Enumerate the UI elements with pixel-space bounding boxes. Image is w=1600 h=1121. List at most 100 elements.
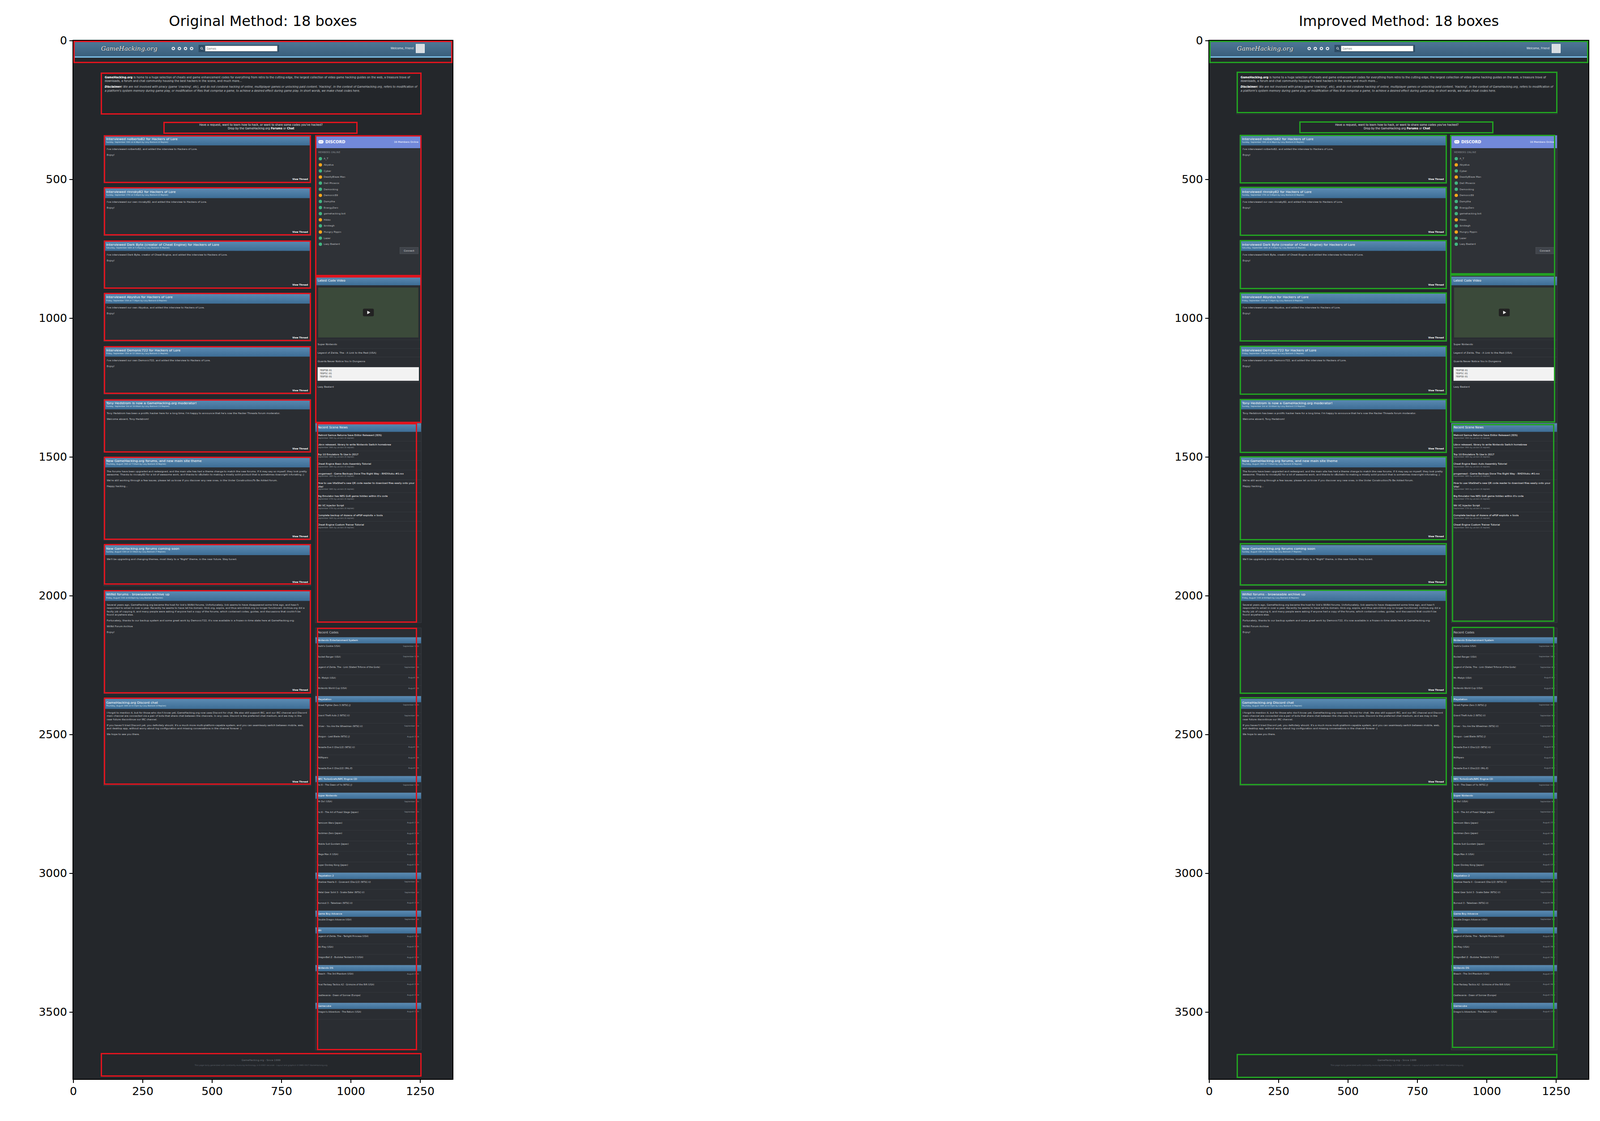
code-row[interactable]: Dragon's Adventure - The Return (USA)Aug…	[315, 1008, 422, 1020]
view-thread-link[interactable]: View Thread	[292, 446, 311, 453]
forums-link[interactable]: Forums	[1406, 127, 1419, 131]
view-thread-link[interactable]: View Thread	[1428, 388, 1447, 394]
discord-member[interactable]: Lazer	[315, 234, 422, 242]
discord-member[interactable]: Lazy Bastard	[315, 241, 422, 248]
code-row[interactable]: Ys III - The Art of Fossil Stage (Japan)…	[1451, 809, 1558, 820]
post-title[interactable]: New GameHacking.org forums coming soon	[106, 546, 309, 551]
code-row[interactable]: Ys III - The Dawn of Ys (NTSC-J)Septembe…	[315, 781, 422, 793]
chat-icon[interactable]	[177, 46, 182, 51]
code-row[interactable]: Shadow Hearts II - Covenant (Disc1/2) (N…	[315, 878, 422, 890]
post-title[interactable]: Tony Hedstrom is now a GameHacking.org m…	[1241, 400, 1445, 406]
code-row[interactable]: Castlevania - Dawn of Sorrow (Europe)Aug…	[1451, 992, 1558, 1003]
post-title[interactable]: Interviewed Dark Byte (creator of Cheat …	[1241, 242, 1445, 247]
code-row[interactable]: Famicom Wars (Japan)August 27th	[1451, 819, 1558, 831]
code-row[interactable]: Dragon's Adventure - The Return (USA)Aug…	[1451, 1008, 1558, 1020]
news-item[interactable]: Wii VC Injector ScriptSeptember 17th by …	[1451, 502, 1558, 512]
view-thread-link[interactable]: View Thread	[292, 579, 311, 586]
post-title[interactable]: New GameHacking.org forums, and new main…	[1241, 458, 1445, 464]
code-row[interactable]: Mr Do! (USA)September 9th	[1451, 798, 1558, 810]
news-item[interactable]: progamesd - Game Backups Done The Right …	[1451, 469, 1558, 480]
view-thread-link[interactable]: View Thread	[1428, 533, 1447, 540]
code-row[interactable]: Mega Man X (USA)August 26th	[1451, 851, 1558, 862]
code-row[interactable]: Rockman Zero (Japan)August 26th	[1451, 830, 1558, 841]
news-item[interactable]: Top 10 Emulators To Use In 2017September…	[315, 450, 422, 461]
discord-member[interactable]: Demonic89	[1451, 192, 1558, 199]
code-row[interactable]: Driver - You Are the Wheelman (NTSC-U)Se…	[315, 723, 422, 734]
discord-member[interactable]: Cyber	[315, 167, 422, 175]
discord-member[interactable]: Demonking	[1451, 186, 1558, 193]
code-row[interactable]: Grand Theft Auto 2 (NTSC-U)September 9th	[315, 712, 422, 724]
post-title[interactable]: Interviewed Demonic722 for Hackers of Lo…	[106, 347, 309, 353]
news-item[interactable]: Big Emulator has NES GoR game hidden wit…	[1451, 492, 1558, 503]
discord-member[interactable]: EnergyZero	[315, 204, 422, 211]
post-title[interactable]: WiiNd forums - browseable archive up	[1241, 592, 1445, 597]
connect-button[interactable]: Connect	[399, 247, 419, 254]
help-icon[interactable]	[189, 46, 194, 51]
code-row[interactable]: Mobile Suit Gundam (Japan)August 26th	[315, 840, 422, 852]
code-row[interactable]: Burnout 3 - Takedown (NTSC-U)August 28th	[315, 899, 422, 911]
code-row[interactable]: Mobile Suit Gundam (Japan)August 26th	[1451, 840, 1558, 852]
news-item[interactable]: Libnx released, library to write Nintend…	[315, 441, 422, 451]
code-row[interactable]: Mr. Mistyk (USA)August 8th	[315, 674, 422, 686]
code-row[interactable]: Rocket Ranger (USA)September 18th	[315, 653, 422, 665]
code-row[interactable]: Wii Play (USA)August 28th	[315, 943, 422, 955]
discord-member[interactable]: Dell Phoenix	[1451, 179, 1558, 187]
discord-member[interactable]: Abystus	[1451, 161, 1558, 168]
code-row[interactable]: Nintendo World Cup (USA)August 8th	[315, 685, 422, 696]
video-frame[interactable]	[318, 287, 419, 338]
code-row[interactable]: Famicom Wars (Japan)August 27th	[315, 819, 422, 831]
news-item[interactable]: progamesd - Game Backups Done The Right …	[315, 469, 422, 480]
code-row[interactable]: Super Donkey Kong (Japan)August 17th	[1451, 861, 1558, 873]
view-thread-link[interactable]: View Thread	[292, 282, 311, 289]
news-item[interactable]: Cheat Engine Custom Trainer TutorialSept…	[315, 521, 422, 531]
discord-member[interactable]: Dsmytha	[1451, 198, 1558, 205]
post-title[interactable]: Interviewed rinnsky82 for Hackers of Lor…	[106, 189, 309, 194]
code-row[interactable]: Street Fighter Zero 3 (NTSC-J)September …	[315, 702, 422, 713]
code-row[interactable]: Final Fantasy Tactics A2 - Grimoire of t…	[315, 981, 422, 993]
code-row[interactable]: Shogun - Last Blade (NTSC-J)August 23rd	[315, 733, 422, 745]
connect-button[interactable]: Connect	[1535, 247, 1555, 254]
home-icon[interactable]	[171, 46, 176, 51]
news-item[interactable]: Big Emulator has NES GoR game hidden wit…	[315, 492, 422, 503]
code-row[interactable]: Parasite Eve II (Disc2/2) (PAL-E)August …	[315, 765, 422, 777]
discord-member[interactable]: Demonking	[315, 186, 422, 193]
code-row[interactable]: Metal Gear Solid 3 - Snake Eater (NTSC-U…	[1451, 889, 1558, 901]
view-thread-link[interactable]: View Thread	[1428, 229, 1447, 236]
code-row[interactable]: Legend of Zelda, The - Twilight Princess…	[315, 933, 422, 944]
video-frame[interactable]	[1454, 287, 1555, 338]
view-thread-link[interactable]: View Thread	[1428, 446, 1447, 453]
avatar-icon[interactable]	[415, 43, 425, 53]
code-row[interactable]: Parasite Eve II (Disc1/2) (NTSC-U)August…	[1451, 744, 1558, 756]
code-row[interactable]: Mr Do! (USA)September 9th	[315, 798, 422, 810]
code-row[interactable]: PAPAparoAugust 8th	[1451, 754, 1558, 766]
post-title[interactable]: GameHacking.org Discord chat	[106, 699, 309, 705]
code-row[interactable]: Castlevania - Dawn of Sorrow (Europe)Aug…	[315, 992, 422, 1003]
discord-member[interactable]: Hungry Pippin	[315, 228, 422, 235]
discord-member[interactable]: Lazy Bastard	[1451, 241, 1558, 248]
code-row[interactable]: Ys III - The Art of Fossil Stage (Japan)…	[315, 809, 422, 820]
search-input[interactable]	[204, 45, 278, 52]
view-thread-link[interactable]: View Thread	[292, 687, 311, 694]
post-title[interactable]: WiiNd forums - browseable archive up	[106, 592, 309, 597]
user-greeting[interactable]: Welcome, Friend	[1526, 46, 1550, 51]
code-row[interactable]: Shogun - Last Blade (NTSC-J)August 23rd	[1451, 733, 1558, 745]
news-item[interactable]: Cheat Engine Custom Trainer TutorialSept…	[1451, 521, 1558, 531]
discord-member[interactable]: Dsmytha	[315, 198, 422, 205]
discord-member[interactable]: Hikko	[315, 216, 422, 223]
view-thread-link[interactable]: View Thread	[1428, 779, 1447, 786]
code-row[interactable]: Double Dragon Advance (USA)September 1st	[315, 916, 422, 928]
discord-member[interactable]: DeadlyBlaze Man	[1451, 174, 1558, 181]
chat-link[interactable]: Chat	[286, 127, 295, 131]
site-logo[interactable]: GameHacking.org	[1237, 44, 1294, 53]
view-thread-link[interactable]: View Thread	[1428, 282, 1447, 289]
view-thread-link[interactable]: View Thread	[292, 177, 311, 184]
discord-member[interactable]: Hikko	[1451, 216, 1558, 223]
discord-member[interactable]: EnergyZero	[1451, 204, 1558, 211]
news-item[interactable]: Cheat Engine Basic Auto Assembly Tutoria…	[315, 460, 422, 470]
view-thread-link[interactable]: View Thread	[1428, 579, 1447, 586]
post-title[interactable]: Interviewed Demonic722 for Hackers of Lo…	[1241, 347, 1445, 353]
post-title[interactable]: GameHacking.org Discord chat	[1241, 699, 1445, 705]
post-title[interactable]: Tony Hedstrom is now a GameHacking.org m…	[106, 400, 309, 406]
chat-link[interactable]: Chat	[1422, 127, 1430, 131]
code-row[interactable]: DragonBall Z - Budokai Tenkaichi 3 (USA)…	[315, 954, 422, 965]
